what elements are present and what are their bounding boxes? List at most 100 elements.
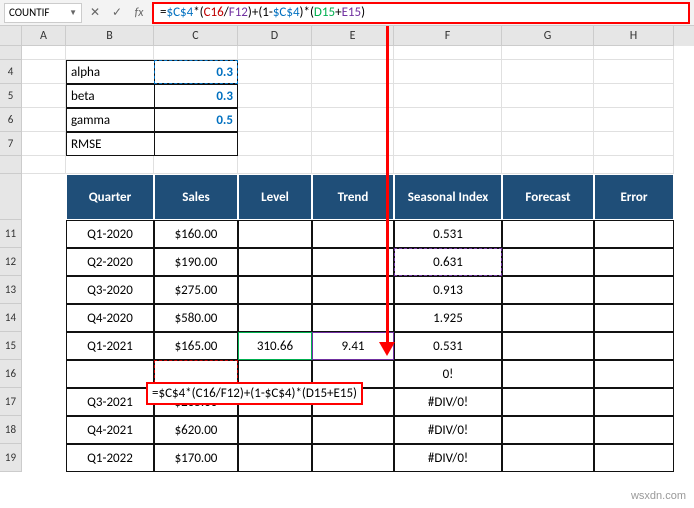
col-header-D[interactable]: D (238, 26, 312, 46)
col-header-H[interactable]: H (594, 26, 674, 46)
param-value-gamma[interactable]: 0.5 (154, 108, 238, 132)
cell-trend[interactable] (312, 220, 394, 248)
row-header[interactable]: 14 (0, 304, 22, 332)
cell-forecast[interactable] (502, 416, 594, 444)
row-header[interactable]: 17 (0, 388, 22, 416)
row-header[interactable]: 13 (0, 276, 22, 304)
cell-error[interactable] (594, 360, 674, 388)
cell-error[interactable] (594, 416, 674, 444)
formula-bar[interactable]: =$C$4*(C16/F12)+(1-$C$4)*(D15+E15) (152, 2, 690, 24)
param-label-gamma[interactable]: gamma (66, 108, 154, 132)
cell-error[interactable] (594, 220, 674, 248)
cell-seasonal[interactable]: #DIV/0! (394, 388, 502, 416)
row-header[interactable]: 4 (0, 60, 22, 84)
cell-error[interactable] (594, 304, 674, 332)
cell-sales[interactable]: $580.00 (154, 304, 238, 332)
hdr-error[interactable]: Error (594, 174, 674, 220)
param-value-alpha[interactable]: 0.3 (154, 60, 238, 84)
name-box[interactable]: COUNTIF ▼ (4, 3, 82, 23)
cell-quarter[interactable]: Q4-2021 (66, 416, 154, 444)
cell-sales[interactable]: $190.00 (154, 248, 238, 276)
param-label-alpha[interactable]: alpha (66, 60, 154, 84)
hdr-forecast[interactable]: Forecast (502, 174, 594, 220)
cell-error[interactable] (594, 444, 674, 472)
chevron-down-icon[interactable]: ▼ (69, 8, 77, 18)
cell-quarter[interactable] (66, 360, 154, 388)
cell-error[interactable] (594, 388, 674, 416)
cell-sales[interactable]: $165.00 (154, 332, 238, 360)
hdr-trend[interactable]: Trend (312, 174, 394, 220)
cell-sales[interactable]: $170.00 (154, 444, 238, 472)
col-header-C[interactable]: C (154, 26, 238, 46)
cell-trend[interactable] (312, 276, 394, 304)
cell-sales[interactable]: $275.00 (154, 276, 238, 304)
cell-quarter[interactable]: Q1-2022 (66, 444, 154, 472)
row-header[interactable]: 19 (0, 444, 22, 472)
col-header-E[interactable]: E (312, 26, 394, 46)
col-header-B[interactable]: B (66, 26, 154, 46)
cell-sales[interactable]: $160.00 (154, 220, 238, 248)
cell-trend[interactable] (312, 444, 394, 472)
row-header[interactable]: 11 (0, 220, 22, 248)
hdr-level[interactable]: Level (238, 174, 312, 220)
select-all-corner[interactable] (0, 26, 22, 46)
cell-seasonal[interactable]: 0.531 (394, 332, 502, 360)
cell-level[interactable] (238, 276, 312, 304)
cell-seasonal[interactable]: 0.631 (394, 248, 502, 276)
row-header[interactable]: 5 (0, 84, 22, 108)
cell-forecast[interactable] (502, 220, 594, 248)
row-header[interactable] (0, 46, 22, 60)
param-label-rmse[interactable]: RMSE (66, 132, 154, 156)
cell-forecast[interactable] (502, 388, 594, 416)
enter-icon[interactable]: ✓ (108, 4, 126, 22)
cell-forecast[interactable] (502, 304, 594, 332)
cell-forecast[interactable] (502, 360, 594, 388)
cell-seasonal[interactable]: 0.913 (394, 276, 502, 304)
cell-level[interactable] (238, 444, 312, 472)
hdr-sales[interactable]: Sales (154, 174, 238, 220)
cell-seasonal[interactable]: 0! (394, 360, 502, 388)
param-value-rmse[interactable] (154, 132, 238, 156)
cell-seasonal[interactable]: 1.925 (394, 304, 502, 332)
cell-quarter[interactable]: Q2-2020 (66, 248, 154, 276)
cell-quarter[interactable]: Q1-2020 (66, 220, 154, 248)
cell-trend[interactable] (312, 248, 394, 276)
row-header[interactable]: 12 (0, 248, 22, 276)
cell-forecast[interactable] (502, 332, 594, 360)
cell-forecast[interactable] (502, 248, 594, 276)
cancel-icon[interactable]: ✕ (86, 4, 104, 22)
col-header-F[interactable]: F (394, 26, 502, 46)
cell-level[interactable] (238, 220, 312, 248)
cell-quarter[interactable]: Q1-2021 (66, 332, 154, 360)
cell-level[interactable]: 310.66 (238, 332, 312, 360)
cell-quarter[interactable]: Q3-2020 (66, 276, 154, 304)
row-header[interactable]: 18 (0, 416, 22, 444)
col-header-A[interactable]: A (22, 26, 66, 46)
cell-quarter[interactable]: Q4-2020 (66, 304, 154, 332)
cell-error[interactable] (594, 332, 674, 360)
param-value-beta[interactable]: 0.3 (154, 84, 238, 108)
hdr-quarter[interactable]: Quarter (66, 174, 154, 220)
cell-level[interactable] (238, 248, 312, 276)
cell-seasonal[interactable]: #DIV/0! (394, 444, 502, 472)
fx-icon[interactable]: fx (130, 4, 148, 22)
hdr-seasonal[interactable]: Seasonal Index (394, 174, 502, 220)
cell-error[interactable] (594, 276, 674, 304)
cell-forecast[interactable] (502, 444, 594, 472)
cell[interactable] (22, 60, 66, 84)
cell-error[interactable] (594, 248, 674, 276)
cell-level[interactable] (238, 304, 312, 332)
row-header[interactable]: 7 (0, 132, 22, 156)
cell-forecast[interactable] (502, 276, 594, 304)
col-header-G[interactable]: G (502, 26, 594, 46)
cell-level[interactable] (238, 416, 312, 444)
cell-seasonal[interactable]: 0.531 (394, 220, 502, 248)
cell-sales[interactable]: $620.00 (154, 416, 238, 444)
param-label-beta[interactable]: beta (66, 84, 154, 108)
row-header[interactable]: 15 (0, 332, 22, 360)
cell-trend[interactable] (312, 416, 394, 444)
cell-seasonal[interactable]: #DIV/0! (394, 416, 502, 444)
row-header[interactable]: 6 (0, 108, 22, 132)
cell-trend[interactable] (312, 304, 394, 332)
row-header[interactable]: 16 (0, 360, 22, 388)
